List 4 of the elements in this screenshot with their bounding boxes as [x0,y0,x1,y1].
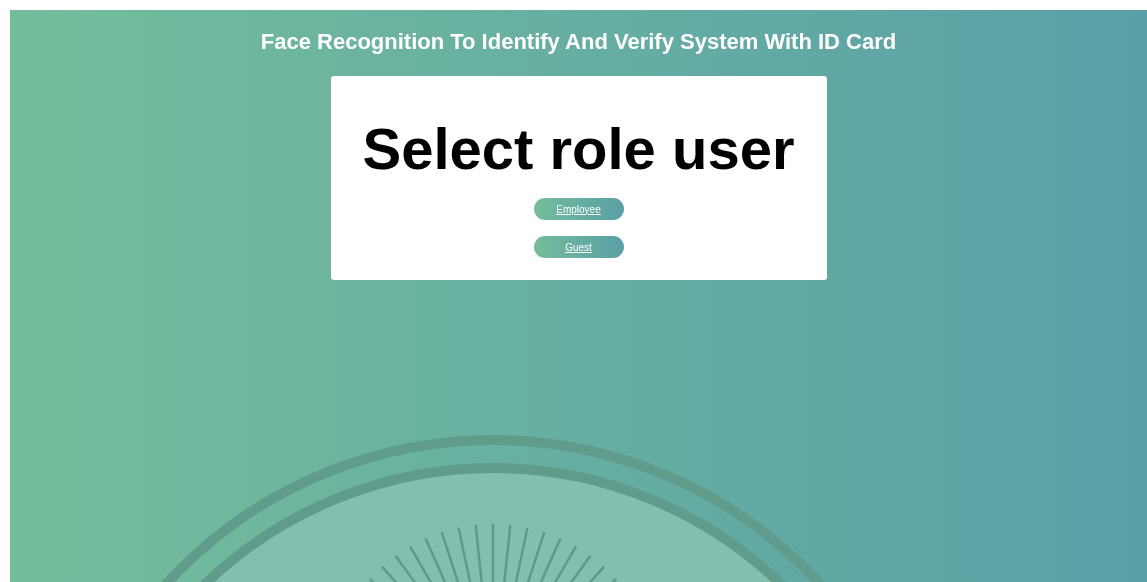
card-heading: Select role user [362,115,795,183]
role-button[interactable]: Guest [533,236,624,258]
page-title: Face Recognition To Identify And Verify System With ID Card [260,28,897,56]
role-button[interactable]: Employee [533,198,624,220]
